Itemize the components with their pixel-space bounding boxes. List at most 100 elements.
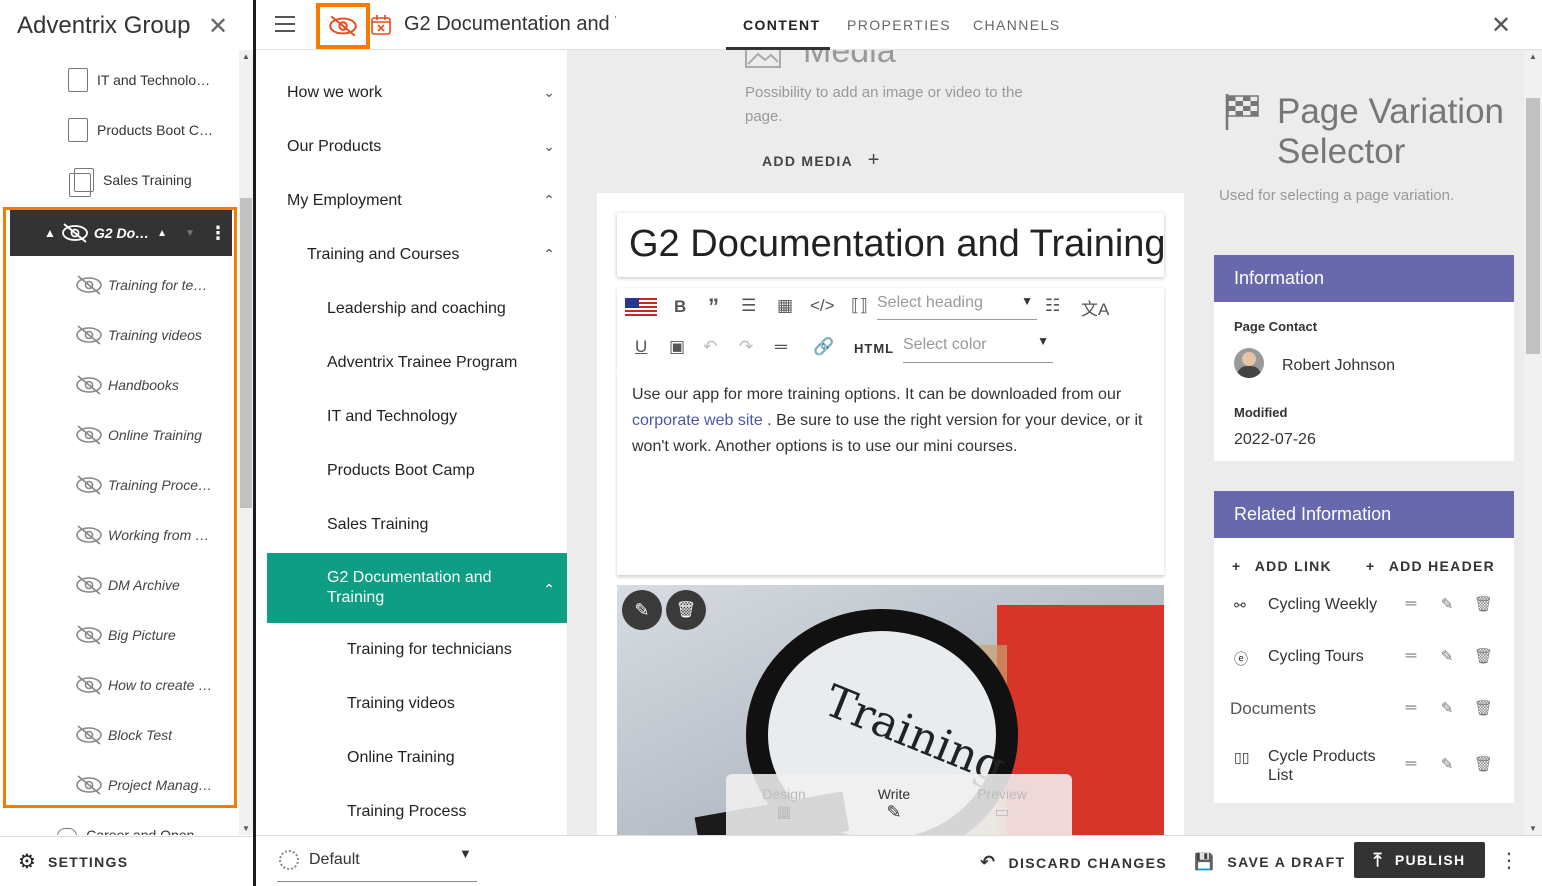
tab-content[interactable]: CONTENT bbox=[743, 17, 820, 33]
drag-handle-icon[interactable]: ═ bbox=[1402, 647, 1420, 665]
sidebar-child-item[interactable]: Online Training bbox=[0, 410, 238, 460]
visibility-toggle-button[interactable] bbox=[316, 3, 370, 49]
pencil-icon[interactable]: ✎ bbox=[1438, 699, 1456, 717]
bold-icon[interactable]: B bbox=[674, 297, 686, 317]
mode-preview[interactable]: Preview ▭ bbox=[962, 786, 1042, 822]
related-item[interactable]: Documents ═ ✎ 🗑 bbox=[1230, 699, 1504, 739]
table-icon[interactable]: ▦ bbox=[777, 296, 793, 316]
tree-item-active[interactable]: G2 Documentation and Training ⌃ bbox=[267, 553, 567, 623]
trash-icon[interactable]: 🗑 bbox=[1474, 595, 1493, 613]
tree-item[interactable]: Sales Training bbox=[267, 498, 567, 552]
related-item[interactable]: ⓔ Cycling Tours ═ ✎ 🗑 bbox=[1230, 647, 1504, 687]
delete-image-button[interactable]: 🗑 bbox=[666, 590, 706, 630]
scrollbar-thumb[interactable] bbox=[1526, 98, 1540, 354]
sidebar-child-item[interactable]: DM Archive bbox=[0, 560, 238, 610]
sidebar-child-item[interactable]: Big Picture bbox=[0, 610, 238, 660]
sidebar-child-item[interactable]: Training Proce… bbox=[0, 460, 238, 510]
chevron-up-icon[interactable]: ⌃ bbox=[543, 246, 555, 263]
source-icon[interactable]: ⟦⟧ bbox=[851, 296, 868, 316]
tree-item[interactable]: Adventrix Trainee Program bbox=[267, 336, 567, 390]
horizontal-line-icon[interactable]: ═ bbox=[775, 337, 787, 357]
tree-item[interactable]: How we work ⌄ bbox=[267, 66, 567, 120]
scroll-down-icon[interactable]: ▼ bbox=[239, 824, 253, 833]
chevron-down-icon[interactable]: ⌄ bbox=[543, 84, 555, 101]
numbered-list-icon[interactable]: ☷ bbox=[1045, 296, 1060, 316]
chevron-up-icon[interactable]: ⌃ bbox=[543, 192, 555, 209]
calendar-remove-icon[interactable] bbox=[370, 14, 392, 36]
mode-design[interactable]: Design ▦ bbox=[744, 786, 824, 822]
add-link-button[interactable]: + ADD LINK bbox=[1232, 558, 1332, 574]
sidebar-scrollbar[interactable]: ▲ ▼ bbox=[239, 50, 253, 835]
related-item[interactable]: ⚯ Cycling Weekly ═ ✎ 🗑 bbox=[1230, 595, 1504, 635]
tree-item[interactable]: IT and Technology bbox=[267, 390, 567, 444]
scroll-down-icon[interactable]: ▼ bbox=[1526, 824, 1540, 833]
move-down-icon[interactable]: ▼ bbox=[185, 228, 195, 239]
sidebar-child-item[interactable]: Project Manag… bbox=[0, 760, 238, 810]
underline-icon[interactable]: U bbox=[635, 337, 647, 357]
sidebar-item[interactable]: Products Boot C… bbox=[0, 105, 238, 155]
color-select[interactable]: Select color ▼ bbox=[903, 334, 1053, 363]
trash-icon[interactable]: 🗑 bbox=[1474, 647, 1493, 665]
settings-button[interactable]: ⚙ SETTINGS bbox=[0, 836, 253, 886]
add-media-button[interactable]: ADD MEDIA + bbox=[762, 149, 881, 172]
tree-item[interactable]: Training and Courses ⌃ bbox=[267, 228, 567, 282]
tree-child-item[interactable]: Online Training bbox=[267, 731, 567, 785]
related-item[interactable]: ▯▯ Cycle Products List ═ ✎ 🗑 bbox=[1230, 747, 1504, 787]
tab-channels[interactable]: CHANNELS bbox=[973, 17, 1060, 33]
move-up-icon[interactable]: ▲ bbox=[157, 228, 167, 239]
discard-changes-button[interactable]: ↶ DISCARD CHANGES bbox=[980, 852, 1167, 873]
sidebar-tree[interactable]: IT and Technolo… Products Boot C… Sales … bbox=[0, 50, 253, 835]
drag-handle-icon[interactable]: ═ bbox=[1402, 595, 1420, 613]
trash-icon[interactable]: 🗑 bbox=[1474, 755, 1493, 773]
tree-child-item[interactable]: Training for technicians bbox=[267, 623, 567, 677]
us-flag-icon[interactable] bbox=[625, 298, 657, 318]
more-options-icon[interactable]: ⋮ bbox=[1499, 848, 1519, 873]
collapse-arrow-icon[interactable]: ▲ bbox=[44, 226, 56, 240]
scroll-up-icon[interactable]: ▲ bbox=[1526, 52, 1540, 61]
scrollbar-thumb[interactable] bbox=[240, 198, 252, 508]
sidebar-child-item[interactable]: How to create … bbox=[0, 660, 238, 710]
mode-write[interactable]: Write ✎ bbox=[854, 786, 934, 823]
body-text-editor[interactable]: Use our app for more training options. I… bbox=[617, 368, 1164, 575]
add-header-button[interactable]: + ADD HEADER bbox=[1366, 558, 1495, 574]
drag-handle-icon[interactable]: ═ bbox=[1402, 755, 1420, 773]
sidebar-item-active[interactable]: ▲ G2 Do… ▲ ▼ ⋮ bbox=[10, 210, 232, 256]
pencil-icon[interactable]: ✎ bbox=[1438, 755, 1456, 773]
tree-child-item[interactable]: Training Process bbox=[267, 785, 567, 835]
heading-select[interactable]: Select heading ▼ bbox=[877, 294, 1037, 320]
publish-button[interactable]: ⤒ PUBLISH bbox=[1354, 842, 1485, 878]
panel-scrollbar[interactable]: ▲ ▼ bbox=[1524, 50, 1542, 835]
html-button[interactable]: HTML bbox=[854, 341, 894, 356]
corporate-site-link[interactable]: corporate web site bbox=[632, 412, 763, 429]
more-options-icon[interactable]: ⋮ bbox=[209, 223, 227, 244]
tree-item[interactable]: My Employment ⌃ bbox=[267, 174, 567, 228]
sidebar-item[interactable]: ⌄ Career and Open… bbox=[0, 810, 238, 835]
tree-item[interactable]: Our Products ⌄ bbox=[267, 120, 567, 174]
sidebar-child-item[interactable]: Working from … bbox=[0, 510, 238, 560]
pencil-icon[interactable]: ✎ bbox=[1438, 647, 1456, 665]
sidebar-child-item[interactable]: Block Test bbox=[0, 710, 238, 760]
scroll-up-icon[interactable]: ▲ bbox=[239, 52, 253, 61]
tree-item[interactable]: Products Boot Camp bbox=[267, 444, 567, 498]
pencil-icon[interactable]: ✎ bbox=[1438, 595, 1456, 613]
link-icon[interactable]: 🔗 bbox=[813, 337, 834, 357]
variant-select[interactable]: Default ▼ bbox=[277, 846, 477, 882]
code-icon[interactable]: </> bbox=[810, 296, 835, 316]
sidebar-close-icon[interactable]: ✕ bbox=[208, 12, 228, 41]
translate-icon[interactable]: 文A bbox=[1081, 295, 1109, 320]
trash-icon[interactable]: 🗑 bbox=[1474, 699, 1493, 717]
edit-image-button[interactable]: ✎ bbox=[622, 590, 662, 630]
undo-icon[interactable]: ↶ bbox=[703, 337, 717, 357]
bulleted-list-icon[interactable]: ☰ bbox=[741, 296, 756, 316]
sidebar-child-item[interactable]: Training videos bbox=[0, 310, 238, 360]
redo-icon[interactable]: ↷ bbox=[739, 337, 753, 357]
chevron-up-icon[interactable]: ⌃ bbox=[543, 579, 555, 599]
page-title-field[interactable]: G2 Documentation and Training bbox=[617, 213, 1164, 277]
menu-icon[interactable] bbox=[275, 16, 295, 32]
sidebar-item[interactable]: Sales Training bbox=[0, 155, 238, 205]
sidebar-item[interactable]: IT and Technolo… bbox=[0, 55, 238, 105]
tab-properties[interactable]: PROPERTIES bbox=[847, 17, 951, 33]
insert-image-icon[interactable]: ▣ bbox=[669, 337, 685, 357]
drag-handle-icon[interactable]: ═ bbox=[1402, 699, 1420, 717]
tree-item[interactable]: Leadership and coaching bbox=[267, 282, 567, 336]
